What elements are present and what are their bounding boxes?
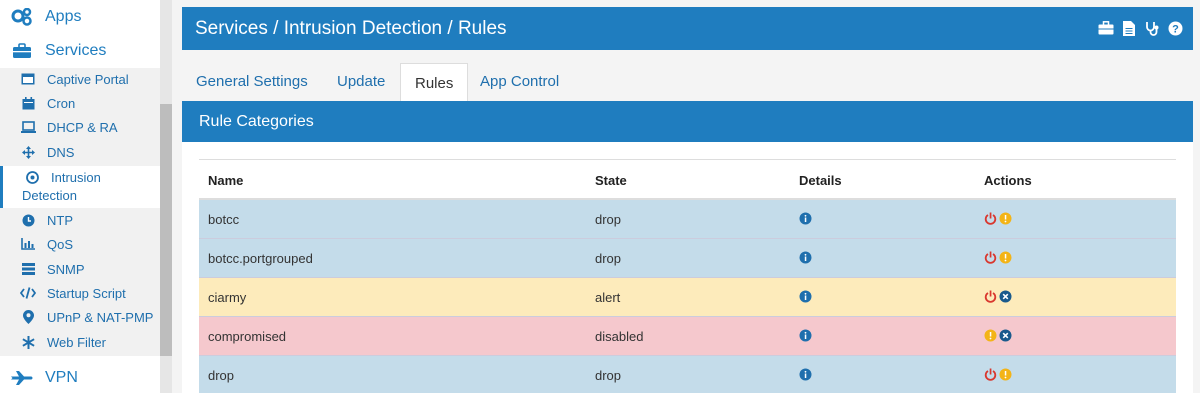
tab-app-control[interactable]: App Control xyxy=(466,62,573,101)
tab-update[interactable]: Update xyxy=(323,62,399,101)
rule-name: drop xyxy=(208,368,235,383)
window-icon xyxy=(20,73,36,85)
sidebar-item-label: Startup Script xyxy=(47,285,126,301)
power-icon[interactable] xyxy=(984,290,997,306)
info-icon[interactable] xyxy=(799,251,812,267)
sidebar-item-label: QoS xyxy=(47,236,74,252)
sidebar-item-cron[interactable]: Cron xyxy=(0,91,160,115)
column-header-state[interactable]: State xyxy=(595,173,627,188)
sidebar-item-label: Captive Portal xyxy=(47,71,129,87)
close-icon[interactable] xyxy=(999,290,1012,306)
power-icon[interactable] xyxy=(984,212,997,228)
info-icon[interactable] xyxy=(799,212,812,228)
sidebar: Apps Services Captive Portal Cron DHCP &… xyxy=(0,0,172,393)
table-row: botcc drop xyxy=(199,200,1176,239)
sidebar-item-qos[interactable]: QoS xyxy=(0,232,160,256)
map-marker-icon xyxy=(20,310,36,324)
sidebar-item-apps[interactable]: Apps xyxy=(0,0,160,34)
column-header-actions: Actions xyxy=(984,173,1032,188)
close-icon[interactable] xyxy=(999,329,1012,345)
sidebar-item-label: Cron xyxy=(47,95,76,111)
sidebar-item-label: VPN xyxy=(45,369,78,386)
info-icon[interactable] xyxy=(799,368,812,384)
warning-icon[interactable] xyxy=(999,212,1012,228)
sidebar-item-label: UPnP & NAT-PMP xyxy=(47,309,154,325)
sidebar-item-label: Intrusion xyxy=(51,170,101,185)
plane-icon xyxy=(10,371,34,385)
sidebar-item-vpn[interactable]: VPN xyxy=(0,362,160,393)
sidebar-item-label: NTP xyxy=(47,212,73,228)
page-header: Services / Intrusion Detection / Rules ? xyxy=(182,7,1193,50)
table-row: ciarmy alert xyxy=(199,278,1176,317)
sidebar-scrollbar-thumb[interactable] xyxy=(160,104,172,356)
stethoscope-icon[interactable] xyxy=(1144,20,1160,36)
sidebar-item-upnp[interactable]: UPnP & NAT-PMP xyxy=(0,305,160,329)
help-icon[interactable]: ? xyxy=(1167,20,1183,36)
sidebar-item-services[interactable]: Services xyxy=(0,34,160,68)
sidebar-item-captive-portal[interactable]: Captive Portal xyxy=(0,67,160,91)
table-row: compromised disabled xyxy=(199,317,1176,356)
warning-icon[interactable] xyxy=(999,368,1012,384)
table-header: Name State Details Actions xyxy=(199,159,1176,200)
sidebar-item-label: Services xyxy=(45,42,107,59)
sidebar-item-dns[interactable]: DNS xyxy=(0,140,160,164)
bullseye-icon xyxy=(26,171,39,184)
sidebar-item-label: DNS xyxy=(47,144,75,160)
sidebar-item-startup-script[interactable]: Startup Script xyxy=(0,281,160,305)
document-icon[interactable] xyxy=(1121,20,1137,36)
sidebar-item-label: Apps xyxy=(45,8,82,25)
panel-title: Rule Categories xyxy=(182,101,1193,142)
sidebar-item-label: Web Filter xyxy=(47,334,106,350)
sidebar-item-dhcp-ra[interactable]: DHCP & RA xyxy=(0,115,160,139)
rule-state: alert xyxy=(595,290,621,305)
tab-general-settings[interactable]: General Settings xyxy=(182,62,322,101)
rule-state: drop xyxy=(595,251,622,266)
code-icon xyxy=(20,287,36,299)
rule-name: botcc.portgrouped xyxy=(208,251,313,266)
table-row: botcc.portgrouped drop xyxy=(199,239,1176,278)
info-icon[interactable] xyxy=(799,329,812,345)
sidebar-item-ntp[interactable]: NTP xyxy=(0,208,160,232)
column-header-details: Details xyxy=(799,173,842,188)
warning-icon[interactable] xyxy=(999,251,1012,267)
tab-bar: General Settings Update Rules App Contro… xyxy=(182,62,1193,102)
power-icon[interactable] xyxy=(984,251,997,267)
warning-icon[interactable] xyxy=(984,329,997,345)
column-header-name[interactable]: Name xyxy=(208,173,243,188)
bar-chart-icon xyxy=(20,238,36,250)
rule-name: botcc xyxy=(208,212,240,227)
page-title: Services / Intrusion Detection / Rules xyxy=(195,18,507,39)
sidebar-item-label: DHCP & RA xyxy=(47,119,118,135)
calendar-icon xyxy=(20,96,36,110)
arrows-icon xyxy=(20,145,36,159)
rule-state: drop xyxy=(595,212,622,227)
rule-name: ciarmy xyxy=(208,290,247,305)
rule-categories-table: Name State Details Actions botcc drop bo… xyxy=(199,159,1176,393)
briefcase-icon[interactable] xyxy=(1098,20,1114,36)
server-icon xyxy=(20,263,36,275)
sidebar-item-snmp[interactable]: SNMP xyxy=(0,257,160,281)
power-icon[interactable] xyxy=(984,368,997,384)
info-icon[interactable] xyxy=(799,290,812,306)
table-row: drop drop xyxy=(199,356,1176,393)
sidebar-item-label: SNMP xyxy=(47,261,85,277)
clock-icon xyxy=(20,214,36,227)
sidebar-item-web-filter[interactable]: Web Filter xyxy=(0,330,160,354)
briefcase-icon xyxy=(10,43,34,59)
sidebar-item-intrusion-detection[interactable]: Intrusion Detection xyxy=(0,166,160,208)
laptop-icon xyxy=(20,121,36,133)
rule-state: drop xyxy=(595,368,622,383)
tab-rules[interactable]: Rules xyxy=(400,63,469,102)
rule-name: compromised xyxy=(208,329,287,344)
asterisk-icon xyxy=(20,335,36,349)
rule-state: disabled xyxy=(595,329,644,344)
cogs-icon xyxy=(10,8,34,26)
svg-text:?: ? xyxy=(1172,23,1179,35)
sidebar-item-label-line2: Detection xyxy=(22,188,77,203)
rule-categories-panel: Rule Categories Name State Details Actio… xyxy=(182,101,1193,393)
